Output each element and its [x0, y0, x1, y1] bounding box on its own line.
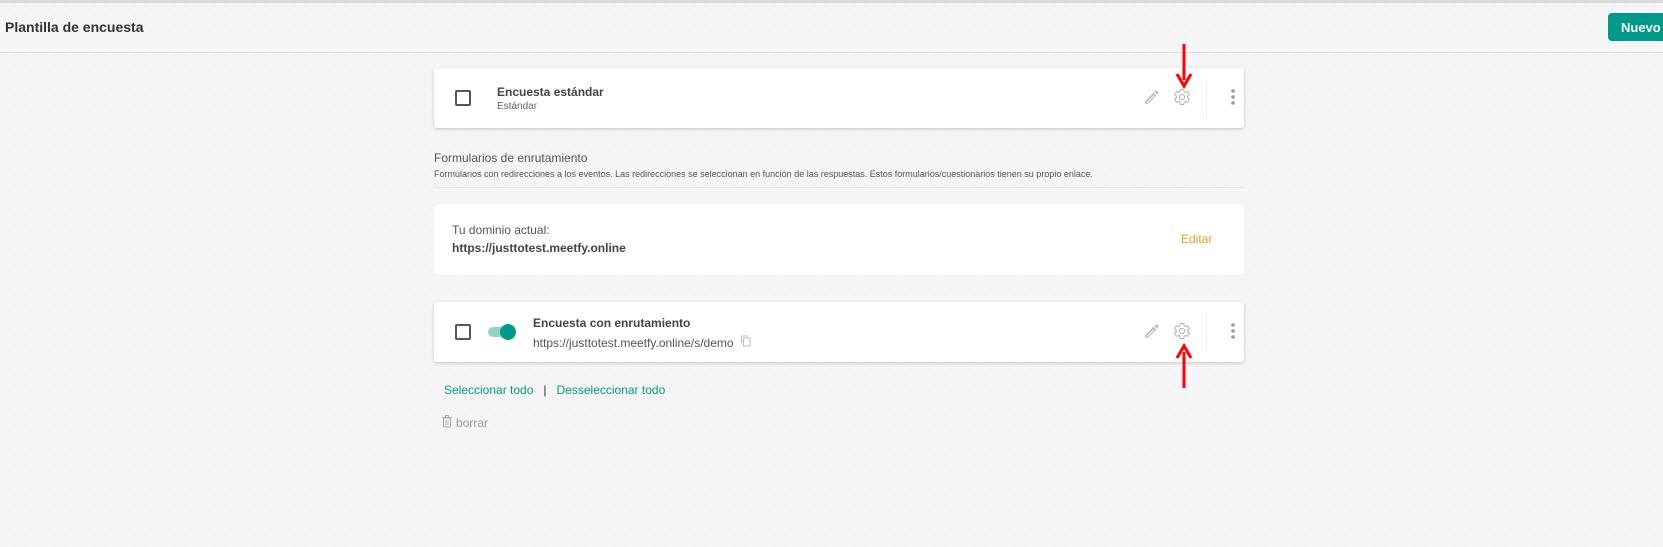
select-all-link[interactable]: Seleccionar todo [444, 383, 533, 397]
toggle-knob [500, 324, 516, 340]
edit-domain-link[interactable]: Editar [1181, 232, 1212, 246]
standard-survey-subtitle: Estándar [497, 101, 538, 112]
kebab-menu-icon[interactable] [1223, 87, 1243, 107]
vertical-separator [1206, 312, 1207, 352]
gear-icon[interactable] [1172, 321, 1192, 341]
routing-survey-toggle[interactable] [488, 324, 516, 340]
domain-card: Tu dominio actual: https://justtotest.me… [434, 204, 1244, 275]
standard-survey-checkbox[interactable] [455, 90, 471, 106]
section-divider [434, 187, 1244, 188]
domain-value: https://justtotest.meetfy.online [452, 241, 626, 255]
routing-survey-checkbox[interactable] [455, 324, 471, 340]
pencil-icon[interactable] [1142, 87, 1162, 107]
deselect-all-link[interactable]: Desseleccionar todo [557, 383, 666, 397]
routing-survey-title: Encuesta con enrutamiento [533, 316, 691, 330]
annotation-arrow-up [1175, 343, 1193, 388]
pencil-icon[interactable] [1142, 321, 1162, 341]
trash-icon [442, 415, 452, 431]
standard-survey-card: Encuesta estándar Estándar [434, 68, 1244, 128]
routing-survey-card: Encuesta con enrutamiento https://justto… [434, 302, 1244, 362]
separator: | [543, 383, 547, 397]
selection-actions: Seleccionar todo | Desseleccionar todo [444, 383, 665, 397]
page-title: Plantilla de encuesta [5, 19, 144, 35]
new-button[interactable]: Nuevo [1608, 13, 1663, 41]
delete-label: borrar [456, 416, 489, 430]
routing-survey-url-row: https://justtotest.meetfy.online/s/demo [533, 335, 752, 350]
delete-button[interactable]: borrar [442, 415, 488, 431]
copy-icon[interactable] [740, 335, 752, 350]
annotation-arrow-down [1175, 44, 1193, 89]
domain-label: Tu dominio actual: [452, 223, 550, 237]
standard-survey-title: Encuesta estándar [497, 85, 604, 99]
routing-section-title: Formularios de enrutamiento [434, 151, 588, 165]
vertical-separator [1206, 78, 1207, 118]
kebab-menu-icon[interactable] [1223, 321, 1243, 341]
routing-section-description: Formularios con redirecciones a los even… [434, 169, 1093, 179]
routing-survey-url: https://justtotest.meetfy.online/s/demo [533, 335, 734, 350]
page-header: Plantilla de encuesta Nuevo [0, 3, 1663, 53]
